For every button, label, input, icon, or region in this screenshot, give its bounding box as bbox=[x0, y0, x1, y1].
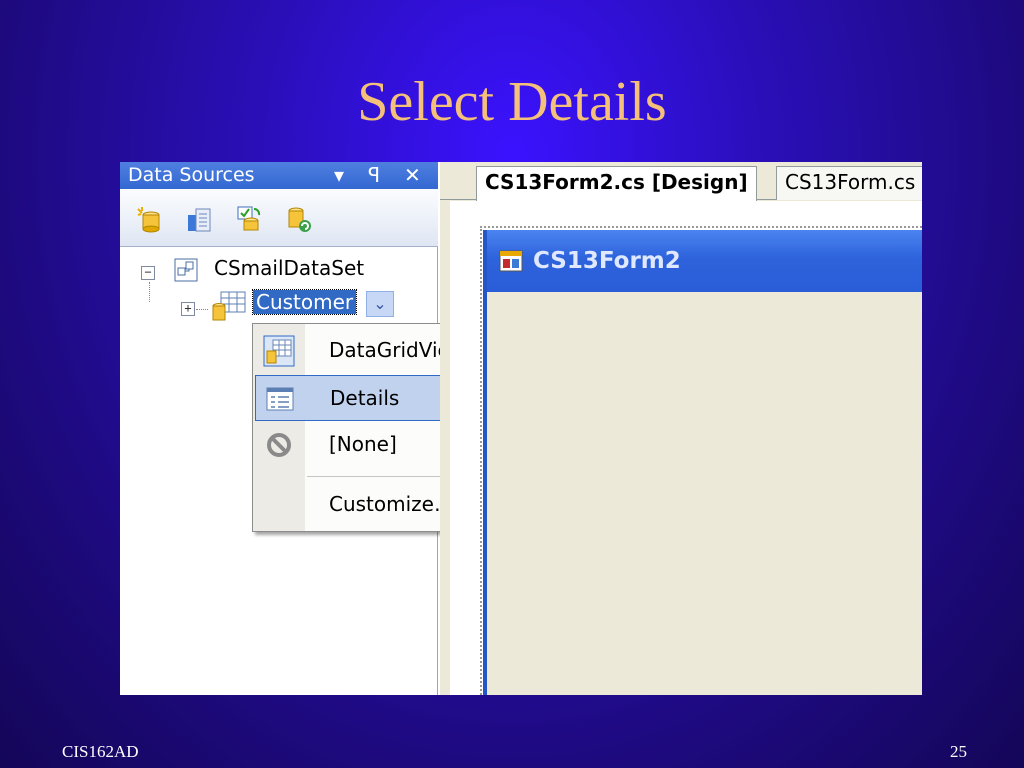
data-sources-panel: Data Sources ▾ ꟼ ✕ − CSmailDataSet + Cus… bbox=[120, 162, 572, 695]
menu-label: Customize… bbox=[329, 492, 454, 516]
refresh-icon[interactable] bbox=[286, 205, 312, 233]
form-window[interactable]: CS13Form2 bbox=[483, 230, 922, 695]
tab-form-code[interactable]: CS13Form.cs bbox=[776, 166, 922, 200]
menu-label: Details bbox=[330, 386, 400, 410]
dataset-icon bbox=[174, 258, 198, 282]
footer-page-number: 25 bbox=[950, 742, 967, 761]
dataset-node[interactable]: CSmailDataSet bbox=[214, 256, 364, 280]
close-icon[interactable]: ✕ bbox=[404, 162, 421, 189]
collapse-toggle[interactable]: − bbox=[141, 266, 155, 280]
chevron-down-icon[interactable]: ⌄ bbox=[366, 291, 394, 317]
menu-label: [None] bbox=[329, 432, 397, 456]
form-titlebar: CS13Form2 bbox=[487, 230, 922, 292]
data-sources-header: Data Sources ▾ ꟼ ✕ bbox=[120, 162, 438, 189]
pin-icon[interactable]: ꟼ bbox=[368, 162, 380, 189]
tree-line bbox=[149, 282, 150, 302]
footer-course: CIS162AD bbox=[62, 742, 139, 761]
expand-toggle[interactable]: + bbox=[181, 302, 195, 316]
slide-title: Select Details bbox=[357, 71, 667, 133]
table-icon bbox=[212, 291, 246, 321]
form-icon bbox=[499, 250, 523, 272]
tab-form2-design[interactable]: CS13Form2.cs [Design] bbox=[476, 166, 757, 201]
form-title: CS13Form2 bbox=[533, 248, 681, 274]
datagridview-icon bbox=[263, 335, 295, 367]
data-sources-toolbar bbox=[120, 189, 438, 247]
tree-line bbox=[196, 309, 208, 310]
customer-node[interactable]: Customer bbox=[251, 289, 358, 315]
document-tabs: CS13Form2.cs [Design] CS13Form.cs bbox=[440, 162, 922, 201]
none-icon bbox=[267, 433, 291, 457]
designer-area: CS13Form2.cs [Design] CS13Form.cs CS13Fo… bbox=[440, 162, 922, 695]
data-sources-title: Data Sources bbox=[128, 164, 255, 186]
add-data-source-icon[interactable] bbox=[136, 205, 162, 233]
configure-dataset-icon[interactable] bbox=[236, 205, 262, 233]
panel-dropdown-icon[interactable]: ▾ bbox=[334, 162, 344, 189]
details-icon bbox=[266, 387, 294, 411]
edit-dataset-designer-icon[interactable] bbox=[186, 205, 212, 233]
vs-screenshot: Data Sources ▾ ꟼ ✕ − CSmailDataSet + Cus… bbox=[120, 162, 922, 695]
